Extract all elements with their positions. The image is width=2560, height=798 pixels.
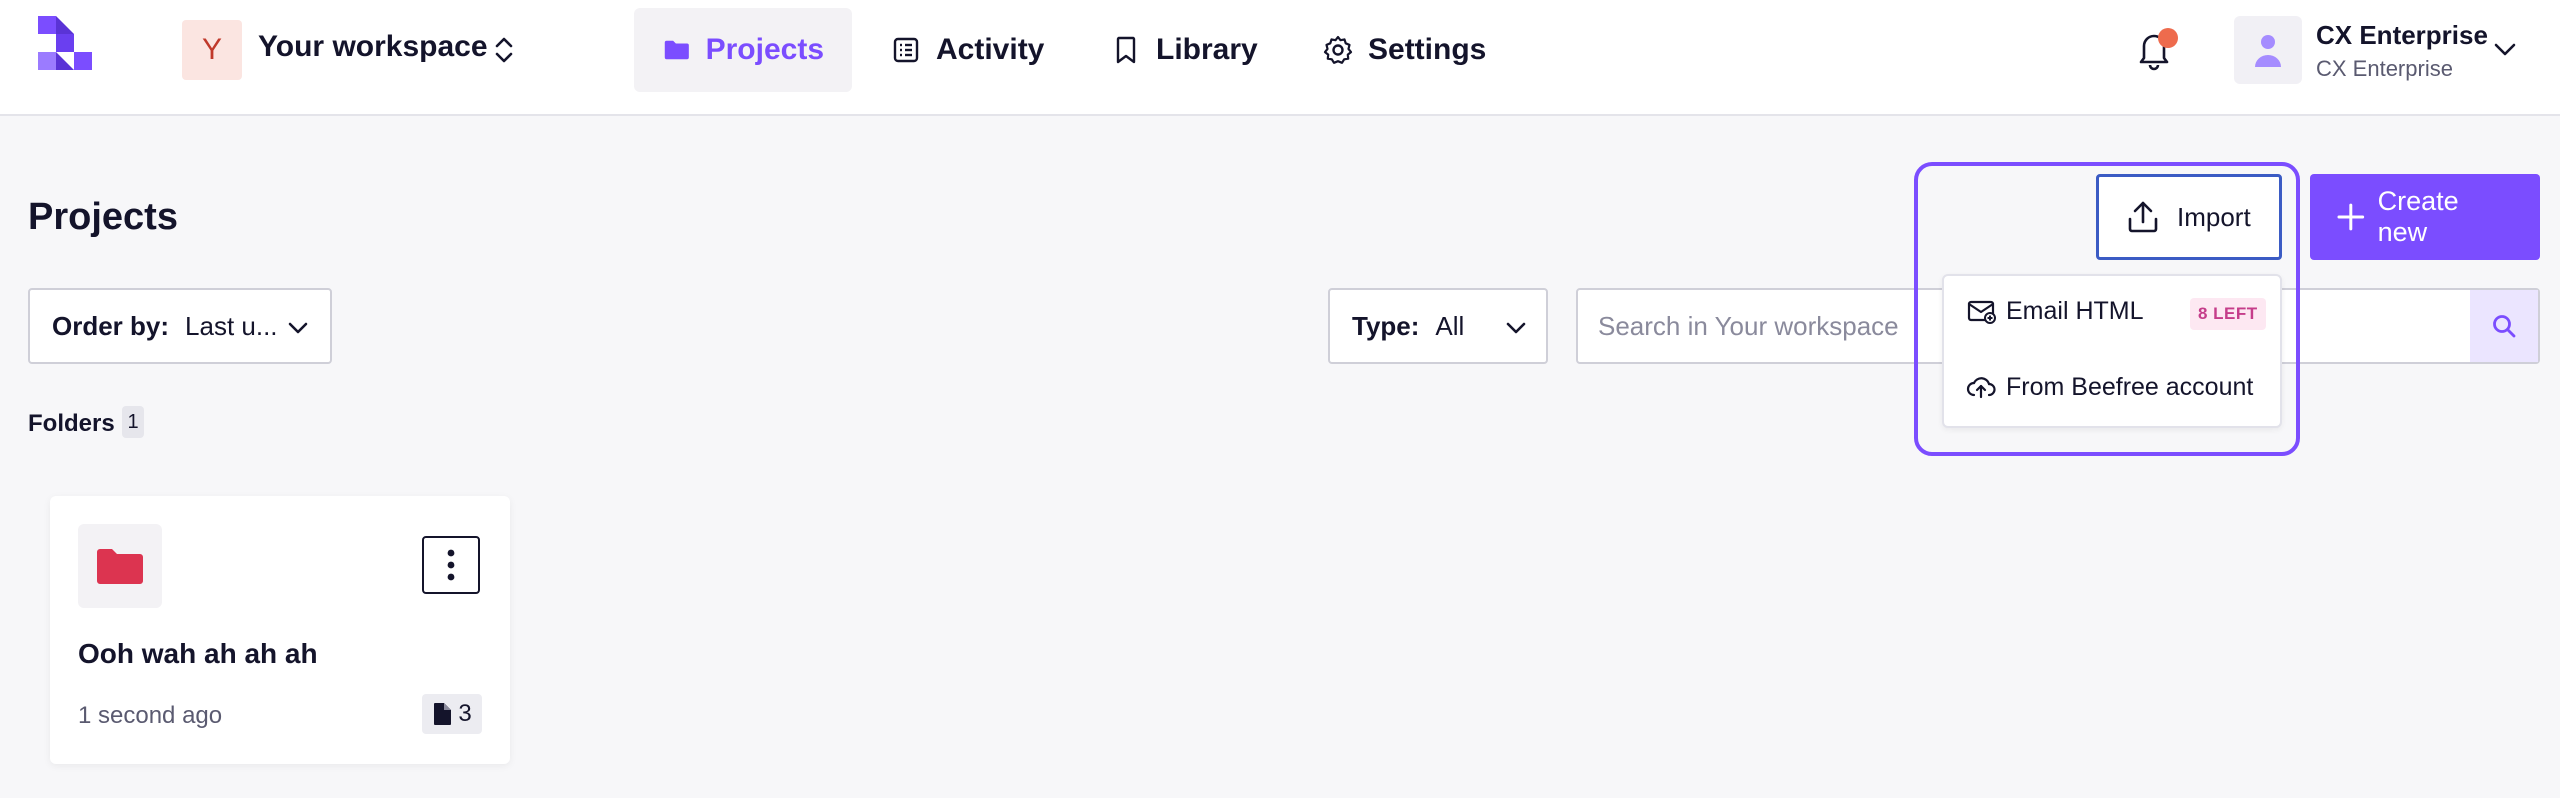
nav-projects[interactable]: Projects: [634, 8, 852, 92]
list-icon: [893, 37, 919, 63]
search-icon: [2493, 315, 2516, 338]
folder-file-count-value: 3: [458, 700, 472, 727]
folder-card[interactable]: Ooh wah ah ah ah 1 second ago 3: [50, 496, 510, 764]
folder-icon: [97, 549, 143, 584]
search-button[interactable]: [2470, 290, 2538, 362]
folder-name: Ooh wah ah ah ah: [78, 638, 318, 669]
user-name[interactable]: CX Enterprise: [2316, 20, 2488, 51]
import-button[interactable]: Import: [2096, 174, 2282, 260]
order-by-select[interactable]: Order by: Last u...: [28, 288, 332, 364]
bookmark-icon: [1116, 36, 1136, 64]
folder-options-button[interactable]: [422, 536, 480, 594]
folder-file-count: 3: [422, 694, 482, 734]
plus-icon: [2337, 203, 2365, 231]
folder-updated-time: 1 second ago: [78, 702, 223, 729]
kebab-menu-icon: [447, 549, 455, 581]
nav-projects-label: Projects: [705, 33, 824, 66]
page-title: Projects: [28, 196, 178, 238]
user-avatar[interactable]: [2234, 16, 2302, 84]
nav-library[interactable]: Library: [1082, 8, 1286, 92]
chevron-up-down-icon[interactable]: [492, 34, 516, 66]
cloud-upload-icon: [1966, 377, 1996, 399]
notification-dot: [2158, 28, 2178, 48]
import-menu-item-label: Email HTML: [2006, 296, 2144, 325]
upload-icon: [2128, 201, 2158, 233]
type-filter-value: All: [1435, 310, 1465, 341]
order-by-label: Order by:: [52, 310, 170, 341]
top-header: Y Your workspace Projects Activity Libra…: [0, 0, 2560, 116]
type-filter-label: Type:: [1352, 310, 1420, 341]
folder-icon: [664, 40, 689, 60]
nav-library-label: Library: [1156, 33, 1258, 66]
email-html-icon: [1967, 300, 1996, 324]
create-new-button[interactable]: Create new: [2310, 174, 2540, 260]
chevron-down-icon: [288, 322, 308, 334]
import-button-label: Import: [2177, 201, 2251, 232]
create-new-label: Create new: [2377, 186, 2459, 247]
chevron-down-icon: [1506, 322, 1526, 334]
import-menu-item-label: From Beefree account: [2006, 372, 2254, 401]
workspace-avatar[interactable]: Y: [182, 20, 242, 80]
nav-activity-label: Activity: [936, 33, 1045, 66]
user-icon: [2255, 35, 2281, 67]
chevron-down-icon[interactable]: [2490, 36, 2520, 62]
import-menu: Email HTML 8 LEFT From Beefree account: [1942, 274, 2282, 428]
import-menu-item-beefree-account[interactable]: From Beefree account: [1966, 372, 2253, 402]
folders-count-badge: 1: [122, 406, 144, 438]
type-filter-select[interactable]: Type: All: [1328, 288, 1548, 364]
file-icon: [434, 703, 452, 725]
gear-icon: [1323, 35, 1353, 64]
order-by-value: Last u...: [185, 310, 278, 341]
nav-settings[interactable]: Settings: [1294, 8, 1514, 92]
nav-settings-label: Settings: [1368, 33, 1487, 66]
nav-activity[interactable]: Activity: [862, 8, 1072, 92]
beefree-logo-icon[interactable]: [28, 14, 100, 80]
folder-thumbnail: [78, 524, 162, 608]
remaining-badge: 8 LEFT: [2190, 298, 2266, 330]
import-menu-item-email-html[interactable]: Email HTML: [1966, 296, 2144, 326]
user-subtitle: CX Enterprise: [2316, 56, 2453, 81]
workspace-name[interactable]: Your workspace: [258, 30, 488, 64]
folders-heading: Folders: [28, 410, 115, 437]
